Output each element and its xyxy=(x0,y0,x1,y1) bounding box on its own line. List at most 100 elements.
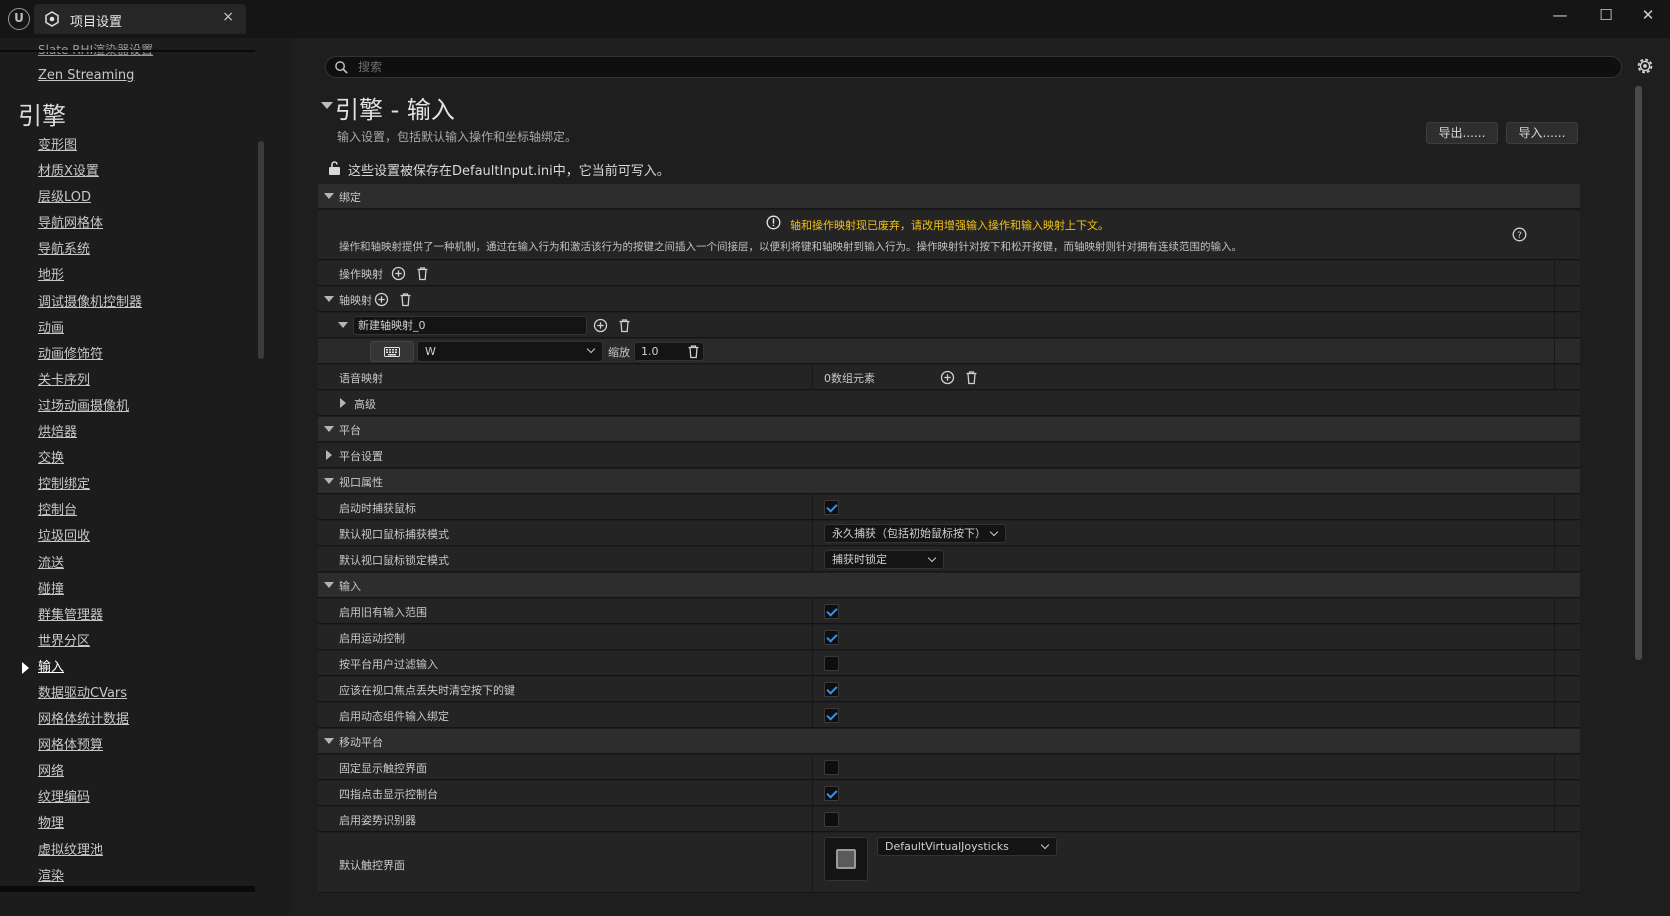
add-circle-icon[interactable] xyxy=(374,292,389,307)
axis-mappings-row[interactable]: 轴映射 xyxy=(318,287,1580,312)
axis-name-field[interactable]: 新建轴映射_0 xyxy=(353,316,587,335)
setting-label: 启用旧有输入范围 xyxy=(339,606,427,619)
column-divider xyxy=(812,833,813,893)
collapse-arrow-icon[interactable] xyxy=(321,102,333,109)
sidebar-item-label: 群集管理器 xyxy=(38,607,104,623)
column-divider xyxy=(812,521,813,546)
flush-pressed-keys-checkbox[interactable] xyxy=(824,682,839,697)
chevron-down-icon xyxy=(1040,840,1050,850)
column-divider xyxy=(1554,781,1555,806)
gear-icon[interactable] xyxy=(1634,55,1656,77)
sidebar-item[interactable]: 网络 xyxy=(0,762,260,788)
expand-arrow-icon xyxy=(324,738,334,744)
always-show-touch-interface-checkbox[interactable] xyxy=(824,760,839,775)
sidebar-item[interactable]: 层级LOD xyxy=(0,188,260,214)
sidebar-item[interactable]: 导航系统 xyxy=(0,240,260,266)
sidebar-item[interactable]: 关卡序列 xyxy=(0,371,260,397)
four-finger-console-checkbox[interactable] xyxy=(824,786,839,801)
sidebar-item[interactable]: 调试摄像机控制器 xyxy=(0,293,260,319)
sidebar-item-label: 导航网格体 xyxy=(38,216,104,232)
column-divider xyxy=(812,547,813,572)
sidebar-item[interactable]: 导航网格体 xyxy=(0,214,260,240)
sidebar-item-label: 动画修饰符 xyxy=(38,346,104,362)
category-input[interactable]: 输入 xyxy=(318,573,1580,598)
expand-arrow-icon xyxy=(326,450,332,460)
expand-arrow-icon xyxy=(324,582,334,588)
sidebar-bottom-divider xyxy=(0,886,255,892)
speech-mappings-label: 语音映射 xyxy=(339,372,383,385)
sidebar-item[interactable]: 碰撞 xyxy=(0,580,260,606)
close-window-button[interactable]: ✕ xyxy=(1628,4,1668,26)
sidebar-item[interactable]: 烘焙器 xyxy=(0,423,260,449)
category-bindings[interactable]: 绑定 xyxy=(318,184,1580,209)
dynamic-component-input-binding-checkbox[interactable] xyxy=(824,708,839,723)
category-mobile[interactable]: 移动平台 xyxy=(318,729,1580,754)
sidebar-item[interactable]: 交换 xyxy=(0,449,260,475)
tab-close-icon[interactable]: × xyxy=(222,9,234,25)
add-circle-icon[interactable] xyxy=(940,370,955,385)
sidebar-item[interactable]: 动画 xyxy=(0,319,260,345)
filter-input-by-platform-user-row: 按平台用户过滤输入 xyxy=(318,651,1580,676)
sidebar-item[interactable]: 网格体预算 xyxy=(0,736,260,762)
sidebar-item[interactable]: 变形图 xyxy=(0,136,260,162)
sidebar-item[interactable]: 群集管理器 xyxy=(0,606,260,632)
minimize-button[interactable]: — xyxy=(1540,4,1580,26)
trash-icon[interactable] xyxy=(686,344,701,359)
add-circle-icon[interactable] xyxy=(391,266,406,281)
key-selector-button[interactable] xyxy=(370,341,414,362)
trash-icon[interactable] xyxy=(617,318,632,333)
sidebar-item[interactable]: 物理 xyxy=(0,814,260,840)
motion-controls-checkbox[interactable] xyxy=(824,630,839,645)
sidebar-item[interactable]: 网格体统计数据 xyxy=(0,710,260,736)
touch-interface-dropdown[interactable]: DefaultVirtualJoysticks xyxy=(877,837,1057,856)
export-button[interactable]: 导出...... xyxy=(1426,122,1498,144)
mouse-lock-mode-dropdown[interactable]: 捕获时锁定 xyxy=(824,550,944,569)
add-circle-icon[interactable] xyxy=(593,318,608,333)
advanced-row[interactable]: 高级 xyxy=(318,391,1580,416)
help-icon[interactable]: ? xyxy=(1512,227,1527,242)
sidebar-item[interactable]: 虚拟纹理池 xyxy=(0,841,260,867)
sidebar-item[interactable]: 过场动画摄像机 xyxy=(0,397,260,423)
sidebar-item[interactable]: 世界分区 xyxy=(0,632,260,658)
deprecation-notice: 轴和操作映射现已废弃，请改用增强输入操作和输入映射上下文。 ? 操作和轴映射提供… xyxy=(318,211,1580,260)
sidebar-item[interactable]: 输入 xyxy=(0,658,260,684)
category-viewport[interactable]: 视口属性 xyxy=(318,469,1580,494)
legacy-input-scales-checkbox[interactable] xyxy=(824,604,839,619)
trash-icon[interactable] xyxy=(415,266,430,281)
mouse-capture-mode-dropdown[interactable]: 永久捕获（包括初始鼠标按下） xyxy=(824,524,1006,543)
category-label: 移动平台 xyxy=(339,736,383,749)
import-button[interactable]: 导入...... xyxy=(1506,122,1578,144)
expand-arrow-icon[interactable] xyxy=(338,322,348,328)
sidebar-item[interactable]: 材质X设置 xyxy=(0,162,260,188)
column-divider xyxy=(1554,547,1555,572)
default-touch-interface-row: 默认触控界面 DefaultVirtualJoysticks xyxy=(318,833,1580,893)
search-input[interactable] xyxy=(356,57,1556,77)
sidebar-item[interactable]: 流送 xyxy=(0,554,260,580)
project-settings-tab[interactable]: 项目设置 × xyxy=(34,4,246,34)
sidebar-top-divider xyxy=(0,50,255,52)
sidebar-item[interactable]: 垃圾回收 xyxy=(0,527,260,553)
details-scrollbar[interactable] xyxy=(1635,86,1642,660)
column-divider xyxy=(1554,599,1555,624)
platform-settings-row[interactable]: 平台设置 xyxy=(318,443,1580,468)
sidebar-item[interactable]: 控制绑定 xyxy=(0,475,260,501)
sidebar-item-label: 导航系统 xyxy=(38,242,91,258)
sidebar-item[interactable]: 数据驱动CVars xyxy=(0,684,260,710)
sidebar-item[interactable]: 控制台 xyxy=(0,501,260,527)
category-platform[interactable]: 平台 xyxy=(318,417,1580,442)
key-dropdown[interactable]: W xyxy=(417,341,603,362)
trash-icon[interactable] xyxy=(964,370,979,385)
sidebar-scrollbar[interactable] xyxy=(258,141,264,359)
trash-icon[interactable] xyxy=(398,292,413,307)
maximize-button[interactable]: ☐ xyxy=(1586,4,1626,26)
dropdown-value: DefaultVirtualJoysticks xyxy=(885,840,1009,853)
filter-input-by-platform-user-checkbox[interactable] xyxy=(824,656,839,671)
asset-thumbnail[interactable] xyxy=(824,837,868,881)
search-bar[interactable] xyxy=(325,56,1622,78)
gesture-recognizer-checkbox[interactable] xyxy=(824,812,839,827)
sidebar-item[interactable]: 纹理编码 xyxy=(0,788,260,814)
sidebar-item[interactable]: 地形 xyxy=(0,266,260,292)
capture-mouse-checkbox[interactable] xyxy=(824,500,839,515)
sidebar-item[interactable]: 动画修饰符 xyxy=(0,345,260,371)
sidebar-item-zen-streaming[interactable]: Zen Streaming xyxy=(38,68,134,83)
